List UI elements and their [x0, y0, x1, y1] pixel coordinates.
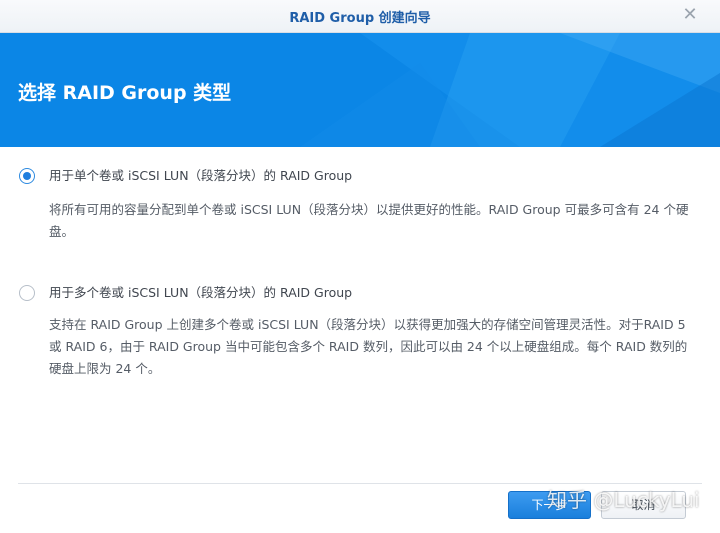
page-heading: 选择 RAID Group 类型: [18, 82, 232, 104]
cancel-button[interactable]: 取消: [601, 491, 686, 519]
radio-multiple-volume[interactable]: [19, 285, 35, 301]
close-icon[interactable]: ✕: [680, 5, 700, 25]
radio-single-volume[interactable]: [19, 168, 35, 184]
option-single-volume-description: 将所有可用的容量分配到单个卷或 iSCSI LUN（段落分块）以提供更好的性能。…: [49, 202, 689, 239]
title-bar: RAID Group 创建向导 ✕: [0, 0, 720, 33]
next-button[interactable]: 下一步: [508, 491, 591, 519]
option-single-volume-label: 用于单个卷或 iSCSI LUN（段落分块）的 RAID Group: [49, 168, 353, 183]
window-title: RAID Group 创建向导: [289, 11, 431, 26]
option-multiple-volume-label: 用于多个卷或 iSCSI LUN（段落分块）的 RAID Group: [49, 285, 353, 300]
header-banner: 选择 RAID Group 类型: [0, 33, 720, 147]
option-multiple-volume-description: 支持在 RAID Group 上创建多个卷或 iSCSI LUN（段落分块）以获…: [49, 317, 688, 376]
footer-divider: [18, 483, 702, 484]
